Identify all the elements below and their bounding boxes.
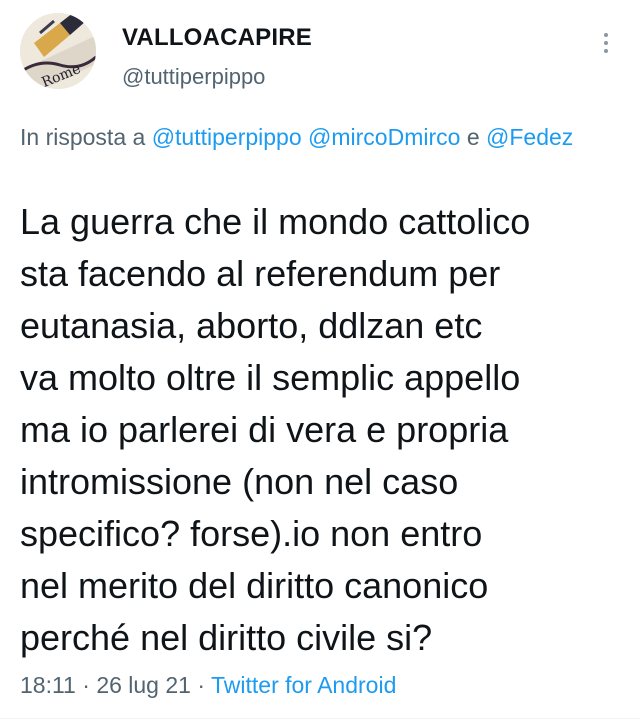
reply-prefix: In risposta a <box>20 124 146 150</box>
tweet-text-line: specifico? forse).io non entro <box>20 513 483 554</box>
more-dot <box>604 49 608 53</box>
tweet-date[interactable]: 26 lug 21 <box>96 672 191 698</box>
mention-link[interactable]: @Fedez <box>486 124 573 150</box>
mention-link[interactable]: @tuttiperpippo <box>152 124 302 150</box>
author-name[interactable]: VALLOACAPIRE <box>122 24 312 52</box>
tweet: s Rome VALLOACAPIRE @tuttiperpippo In ri… <box>0 0 640 722</box>
tweet-text-line: La guerra che il mondo cattolico <box>20 201 531 242</box>
more-options-icon[interactable] <box>597 28 617 58</box>
tweet-text-line: va molto oltre il semplic appello <box>20 357 521 398</box>
tweet-text-line: nel merito del diritto canonico <box>20 565 489 606</box>
avatar[interactable]: s Rome <box>20 13 96 89</box>
tweet-meta: 18:11 · 26 lug 21 · Twitter for Android <box>20 672 396 699</box>
tweet-text-line: perché nel diritto civile si? <box>20 617 433 658</box>
reply-context: In risposta a @tuttiperpippo @mircoDmirc… <box>20 120 620 154</box>
meta-separator: · <box>82 672 90 698</box>
tweet-text-line: ma io parlerei di vera e propria <box>20 409 509 450</box>
reply-conjunction: e <box>466 124 480 150</box>
tweet-text: La guerra che il mondo cattolico sta fac… <box>20 196 632 664</box>
meta-separator: · <box>197 672 206 698</box>
mention-link[interactable]: @mircoDmirco <box>308 124 460 150</box>
more-dot <box>604 41 608 45</box>
more-dot <box>604 33 608 37</box>
tweet-text-line: intromissione (non nel caso <box>20 461 459 502</box>
tweet-text-line: eutanasia, aborto, ddlzan etc <box>20 305 483 346</box>
tweet-time[interactable]: 18:11 <box>20 672 76 698</box>
tweet-text-line: sta facendo al referendum per <box>20 253 501 294</box>
tweet-source-link[interactable]: Twitter for Android <box>211 672 396 698</box>
author-handle[interactable]: @tuttiperpippo <box>122 64 265 90</box>
divider <box>0 718 640 719</box>
